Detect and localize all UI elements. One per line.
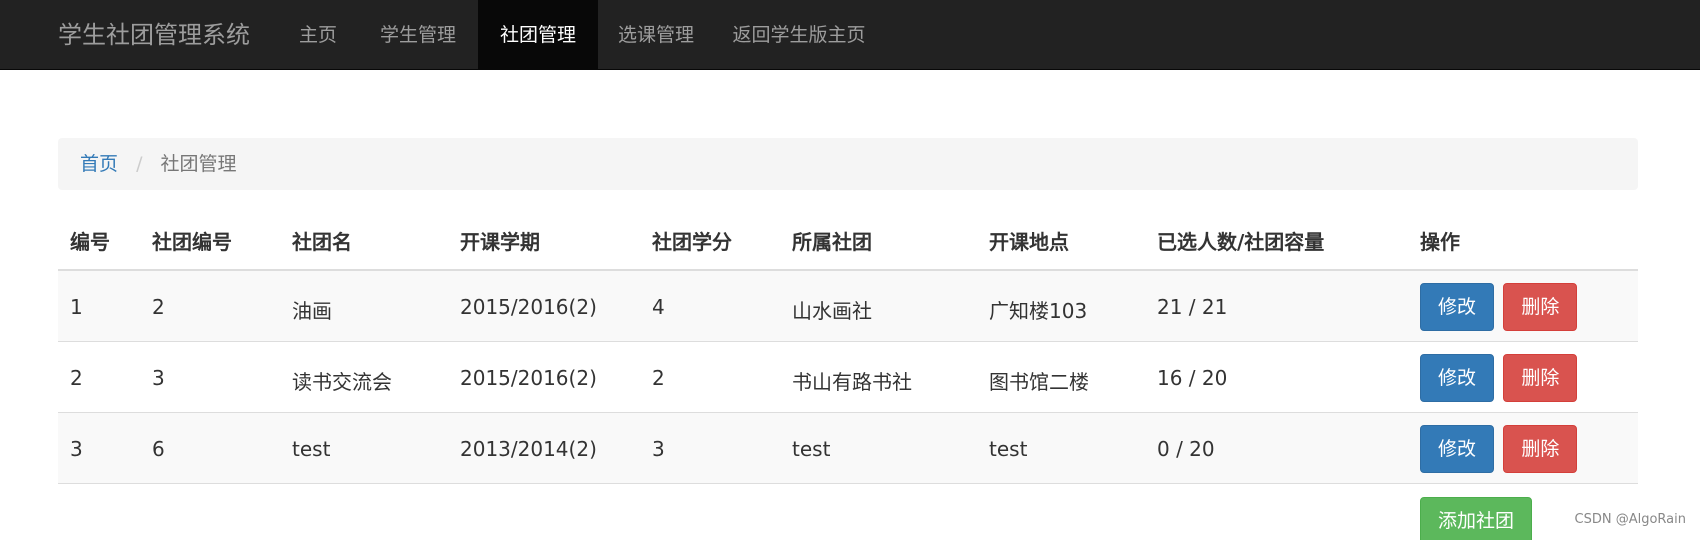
nav-item-course-selection[interactable]: 选课管理 [606,0,706,70]
delete-button[interactable]: 删除 [1503,353,1578,402]
delete-button[interactable]: 删除 [1503,283,1578,331]
cell-credits: 4 [640,269,780,341]
cell-semester: 2015/2016(2) [448,269,640,341]
column-header-id: 编号 [58,212,140,271]
watermark-text: CSDN @AlgoRain [1574,512,1686,527]
edit-button[interactable]: 修改 [1420,424,1495,473]
cell-actions: 修改 删除 [1408,269,1638,341]
nav-item-student-management[interactable]: 学生管理 [368,0,468,70]
cell-club-number: 3 [140,340,280,412]
table-row: 1 2 油画 2015/2016(2) 4 山水画社 广知楼103 21 / 2… [58,269,1638,341]
cell-club-name: 读书交流会 [280,340,448,412]
breadcrumb-home-link[interactable]: 首页 [80,153,118,175]
column-header-enrollment: 已选人数/社团容量 [1145,212,1408,271]
cell-enrollment: 21 / 21 [1145,269,1408,341]
column-header-location: 开课地点 [977,212,1145,271]
cell-enrollment: 0 / 20 [1145,411,1408,484]
column-header-club-name: 社团名 [280,212,448,271]
nav-item-back-to-student-home[interactable]: 返回学生版主页 [724,0,874,70]
column-header-credits: 社团学分 [640,212,780,271]
cell-id: 3 [58,411,140,484]
nav-item-home[interactable]: 主页 [282,0,354,70]
table-row: 3 6 test 2013/2014(2) 3 test test 0 / 20… [58,411,1638,484]
cell-semester: 2015/2016(2) [448,340,640,412]
cell-actions: 修改 删除 [1408,411,1638,484]
table-header-row: 编号 社团编号 社团名 开课学期 社团学分 所属社团 开课地点 已选人数/社团容… [58,212,1638,271]
cell-location: 广知楼103 [977,269,1145,341]
add-club-button[interactable]: 添加社团 [1420,497,1533,540]
cell-id: 2 [58,340,140,412]
breadcrumb: 首页 / 社团管理 [58,138,1638,190]
column-header-semester: 开课学期 [448,212,640,271]
cell-parent-club: 山水画社 [780,269,977,341]
cell-location: test [977,411,1145,484]
cell-club-number: 6 [140,411,280,484]
cell-credits: 2 [640,340,780,412]
edit-button[interactable]: 修改 [1420,353,1495,402]
delete-button[interactable]: 删除 [1503,424,1578,473]
cell-credits: 3 [640,411,780,484]
breadcrumb-separator: / [136,153,143,175]
cell-enrollment: 16 / 20 [1145,340,1408,412]
column-header-parent-club: 所属社团 [780,212,977,271]
cell-id: 1 [58,269,140,341]
cell-actions: 修改 删除 [1408,340,1638,412]
column-header-actions: 操作 [1408,212,1638,271]
cell-location: 图书馆二楼 [977,340,1145,412]
cell-club-name: test [280,411,448,484]
cell-club-name: 油画 [280,269,448,341]
breadcrumb-current: 社团管理 [160,153,237,175]
cell-semester: 2013/2014(2) [448,411,640,484]
edit-button[interactable]: 修改 [1420,283,1495,331]
cell-parent-club: 书山有路书社 [780,340,977,412]
nav-item-club-management[interactable]: 社团管理 [478,0,598,70]
top-navbar: 学生社团管理系统 主页 学生管理 社团管理 选课管理 返回学生版主页 [0,0,1700,70]
table-row: 2 3 读书交流会 2015/2016(2) 2 书山有路书社 图书馆二楼 16… [58,340,1638,412]
column-header-club-number: 社团编号 [140,212,280,271]
club-table: 编号 社团编号 社团名 开课学期 社团学分 所属社团 开课地点 已选人数/社团容… [58,212,1638,484]
cell-parent-club: test [780,411,977,484]
app-brand[interactable]: 学生社团管理系统 [58,0,250,70]
cell-club-number: 2 [140,269,280,341]
